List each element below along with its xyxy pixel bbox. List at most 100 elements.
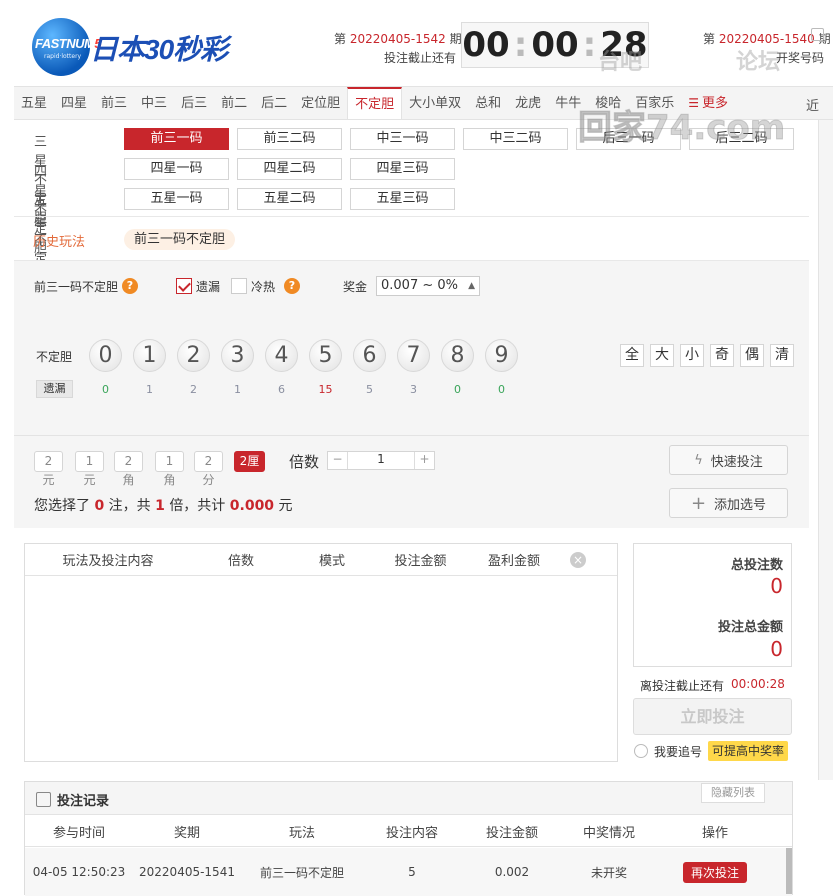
- unit-button[interactable]: 1角: [155, 451, 184, 487]
- tab-10[interactable]: 总和: [468, 87, 508, 119]
- deadline-time: 00:00:28: [731, 677, 785, 691]
- clear-slip-icon[interactable]: ×: [570, 551, 586, 568]
- multiple-plus[interactable]: +: [414, 452, 434, 469]
- ball-row-label: 不定胆: [36, 350, 73, 364]
- miss-checkbox[interactable]: [176, 278, 192, 294]
- game-title: 日本30秒彩: [90, 34, 228, 65]
- number-ball[interactable]: 3: [221, 339, 254, 372]
- total-count-label: 总投注数: [730, 558, 783, 573]
- quick-select-button[interactable]: 偶: [740, 344, 764, 367]
- number-ball[interactable]: 9: [485, 339, 518, 372]
- subplay-option[interactable]: 五星一码: [124, 188, 229, 210]
- tab-5[interactable]: 前二: [214, 87, 254, 119]
- subplay-option[interactable]: 中三二码: [463, 128, 568, 150]
- selection-summary: 您选择了 0 注，共 1 倍，共计 0.000 元: [34, 498, 293, 514]
- tab-3[interactable]: 中三: [134, 87, 174, 119]
- subplay-option[interactable]: 五星二码: [237, 188, 342, 210]
- clock-hours: 00: [462, 25, 510, 65]
- tab-9[interactable]: 大小单双: [402, 87, 468, 119]
- tab-7[interactable]: 定位胆: [294, 87, 347, 119]
- hide-list-button[interactable]: 隐藏列表: [701, 783, 765, 803]
- number-ball[interactable]: 8: [441, 339, 474, 372]
- prize-select[interactable]: 0.007 ~ 0% ▲: [376, 276, 480, 296]
- unit-button[interactable]: 2厘: [234, 451, 265, 472]
- scrollbar[interactable]: [786, 848, 792, 894]
- watermark-b: 论坛: [736, 50, 781, 75]
- subplay-option[interactable]: 五星三码: [350, 188, 455, 210]
- multiple-label: 倍数: [289, 453, 320, 471]
- chase-tip: 可提高中奖率: [708, 741, 789, 761]
- play-name: 前三一码不定胆: [34, 280, 119, 294]
- divider: [14, 216, 809, 217]
- miss-value: 0: [498, 383, 505, 396]
- multiple-minus[interactable]: −: [328, 452, 348, 469]
- hot-checkbox-label: 冷热: [251, 280, 276, 294]
- subplay-option[interactable]: 前三二码: [237, 128, 342, 150]
- help-icon[interactable]: ?: [284, 278, 300, 294]
- miss-value: 5: [366, 383, 373, 396]
- record-col-header: 投注内容: [385, 825, 438, 841]
- unit-button[interactable]: 1元: [75, 451, 104, 487]
- divider: [14, 435, 809, 436]
- number-ball[interactable]: 2: [177, 339, 210, 372]
- tabs-extra: 近: [806, 99, 820, 114]
- quick-select-button[interactable]: 小: [680, 344, 704, 367]
- number-ball[interactable]: 4: [265, 339, 298, 372]
- record-rows: 04-05 12:50:23 20220405-1541 前三一码不定胆 5 0.002…: [25, 848, 792, 896]
- quick-select-button[interactable]: 大: [650, 344, 674, 367]
- lightning-icon: ϟ: [694, 452, 703, 468]
- number-ball[interactable]: 0: [89, 339, 122, 372]
- multiple-value[interactable]: 1: [348, 452, 414, 469]
- number-ball[interactable]: 6: [353, 339, 386, 372]
- deadline-label-2: 离投注截止还有: [640, 679, 725, 693]
- hot-checkbox[interactable]: [231, 278, 247, 294]
- number-ball[interactable]: 7: [397, 339, 430, 372]
- tab-2[interactable]: 前三: [94, 87, 134, 119]
- watermark-c: 回家74.com: [577, 108, 786, 149]
- record-cell-content: 5: [408, 865, 416, 879]
- chase-label: 我要追号: [654, 745, 703, 759]
- miss-value: 1: [234, 383, 241, 396]
- miss-value: 6: [278, 383, 285, 396]
- tab-0[interactable]: 五星: [14, 87, 54, 119]
- tab-6[interactable]: 后二: [254, 87, 294, 119]
- unit-button[interactable]: 2角: [114, 451, 143, 487]
- add-selection-button[interactable]: + 添加选号: [669, 488, 788, 518]
- subplay-option[interactable]: 前三一码: [124, 128, 229, 150]
- history-chip[interactable]: 前三一码不定胆: [124, 229, 236, 250]
- quick-select-button[interactable]: 清: [770, 344, 794, 367]
- slip-col: 倍数: [227, 554, 254, 569]
- number-ball[interactable]: 5: [309, 339, 342, 372]
- submit-bet-button[interactable]: 立即投注: [633, 698, 792, 735]
- slip-col: 模式: [318, 554, 345, 569]
- subplay-option[interactable]: 四星二码: [237, 158, 342, 180]
- number-ball[interactable]: 1: [133, 339, 166, 372]
- subplay-option[interactable]: 中三一码: [350, 128, 455, 150]
- quick-select-button[interactable]: 奇: [710, 344, 734, 367]
- tab-11[interactable]: 龙虎: [508, 87, 548, 119]
- record-cell-issue: 20220405-1541: [139, 865, 235, 879]
- subplay-option[interactable]: 四星三码: [350, 158, 455, 180]
- slip-header: 玩法及投注内容 倍数 模式 投注金额 盈利金额 ×: [25, 544, 617, 576]
- tab-4[interactable]: 后三: [174, 87, 214, 119]
- subplay-option[interactable]: 四星一码: [124, 158, 229, 180]
- total-amount: 0: [770, 637, 783, 661]
- multiple-stepper[interactable]: − 1 +: [327, 451, 435, 470]
- miss-checkbox-label: 遗漏: [196, 280, 221, 294]
- quick-select-button[interactable]: 全: [620, 344, 644, 367]
- unit-button[interactable]: 2元: [34, 451, 63, 487]
- record-col-header: 参与时间: [52, 825, 105, 841]
- rebet-button[interactable]: 再次投注: [682, 861, 747, 883]
- unit-button[interactable]: 2分: [194, 451, 223, 487]
- tab-1[interactable]: 四星: [54, 87, 94, 119]
- history-label: 历史玩法: [33, 235, 86, 250]
- table-row: 04-05 12:50:23 20220405-1541 前三一码不定胆 5 0.002…: [25, 848, 792, 896]
- help-icon[interactable]: ?: [122, 278, 138, 294]
- chase-radio[interactable]: [634, 744, 648, 758]
- record-col-header: 中奖情况: [582, 825, 635, 841]
- tab-8[interactable]: 不定胆: [347, 87, 403, 119]
- prize-label: 奖金: [343, 280, 368, 294]
- quick-bet-button[interactable]: ϟ 快速投注: [669, 445, 788, 475]
- slip-col: 玩法及投注内容: [62, 554, 154, 569]
- draw-number-label: 开奖号码: [776, 51, 825, 65]
